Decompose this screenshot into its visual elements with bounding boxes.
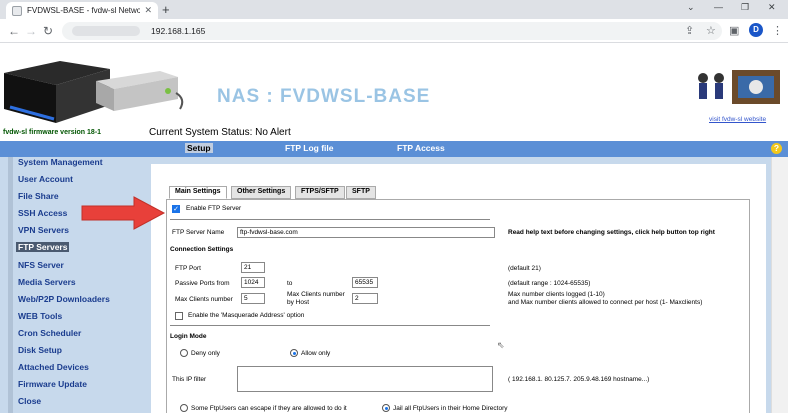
deny-only-radio[interactable] xyxy=(180,349,188,357)
escape-radio[interactable] xyxy=(180,404,188,412)
server-name-label: FTP Server Name xyxy=(172,229,225,236)
masquerade-checkbox[interactable] xyxy=(175,312,183,320)
subtab-sftp[interactable]: SFTP xyxy=(346,186,376,199)
nas-title: NAS : FVDWSL-BASE xyxy=(217,86,431,107)
subtab-main-settings[interactable]: Main Settings xyxy=(169,186,227,199)
status-row: fvdw-sl firmware version 18-1 Current Sy… xyxy=(0,127,788,141)
sidebar-item-user-account[interactable]: User Account xyxy=(18,174,73,184)
sidebar-item-ssh-access[interactable]: SSH Access xyxy=(18,208,67,218)
sidebar-item-close[interactable]: Close xyxy=(18,396,41,406)
address-url: 192.168.1.165 xyxy=(151,26,206,36)
allow-only-radio[interactable] xyxy=(290,349,298,357)
sidebar-item-file-share[interactable]: File Share xyxy=(18,191,59,201)
sidebar-item-cron-scheduler[interactable]: Cron Scheduler xyxy=(18,328,81,338)
masquerade-label: Enable the 'Masquerade Address' option xyxy=(188,312,305,319)
subtab-other-settings[interactable]: Other Settings xyxy=(231,186,292,199)
sidebar-item-media-servers[interactable]: Media Servers xyxy=(18,277,76,287)
escape-label: Some FtpUsers can escape if they are all… xyxy=(191,405,347,412)
browser-tab[interactable]: FVDWSL-BASE - fvdw-sl Network ✕ xyxy=(6,2,158,19)
passive-from-input[interactable]: 1024 xyxy=(241,277,265,288)
sidebar-scrollbar[interactable] xyxy=(8,157,13,413)
deny-only-label: Deny only xyxy=(191,350,220,357)
max-clients-label: Max Clients number xyxy=(175,296,233,303)
enable-ftp-label: Enable FTP Server xyxy=(186,205,242,212)
ftp-port-hint: (default 21) xyxy=(508,265,541,272)
passive-ports-label: Passive Ports from xyxy=(175,280,230,287)
visit-website-link[interactable]: visit fvdw-sl website xyxy=(709,116,766,123)
profile-avatar[interactable]: D xyxy=(749,23,763,37)
share-icon[interactable]: ⇪ xyxy=(685,24,694,37)
divider xyxy=(170,219,490,220)
firmware-version: fvdw-sl firmware version 18-1 xyxy=(3,129,102,136)
mascot-logo xyxy=(698,70,780,104)
sidebar-item-web-p2p-downloaders[interactable]: Web/P2P Downloaders xyxy=(18,294,110,304)
sidebar-item-disk-setup[interactable]: Disk Setup xyxy=(18,345,62,355)
subtab-ftps-sftp[interactable]: FTPS/SFTP xyxy=(295,186,345,199)
browser-tab-strip: FVDWSL-BASE - fvdw-sl Network ✕ + ⌄ — ❐ … xyxy=(0,0,788,19)
back-icon[interactable]: ← xyxy=(8,24,20,38)
tab-setup[interactable]: Setup xyxy=(185,143,213,153)
sidebar-item-nfs-server[interactable]: NFS Server xyxy=(18,260,64,270)
ftp-port-label: FTP Port xyxy=(175,265,201,272)
max-per-host-label-line2: by Host xyxy=(287,299,310,306)
max-per-host-label-line1: Max Clients number xyxy=(287,291,345,298)
close-icon[interactable]: ✕ xyxy=(144,5,152,16)
favicon-icon xyxy=(12,5,22,16)
browser-tab-title: FVDWSL-BASE - fvdw-sl Network xyxy=(27,6,141,15)
sidebar-item-attached-devices[interactable]: Attached Devices xyxy=(18,362,89,372)
max-per-host-input[interactable]: 2 xyxy=(352,293,378,304)
connection-settings-heading: Connection Settings xyxy=(170,246,234,253)
help-text-note: Read help text before changing settings,… xyxy=(508,229,715,236)
ip-filter-label: This IP filter xyxy=(172,376,207,383)
menu-kebab-icon[interactable]: ⋮ xyxy=(772,24,783,37)
window-close-icon[interactable]: ✕ xyxy=(768,2,776,13)
enable-ftp-checkbox[interactable]: ✓ xyxy=(172,205,180,213)
ftp-port-input[interactable]: 21 xyxy=(241,262,265,273)
mouse-cursor-icon: ⇖ xyxy=(497,340,505,350)
login-mode-heading: Login Mode xyxy=(170,333,207,340)
system-status: Current System Status: No Alert xyxy=(149,127,291,138)
sidebar-item-system-management[interactable]: System Management xyxy=(18,157,103,167)
passive-ports-hint: (default range : 1024-65535) xyxy=(508,280,591,287)
new-tab-icon[interactable]: + xyxy=(162,2,170,17)
divider xyxy=(170,325,490,326)
passive-to-label: to xyxy=(287,280,293,287)
sidebar-item-vpn-servers[interactable]: VPN Servers xyxy=(18,225,69,235)
sidebar-item-web-tools[interactable]: WEB Tools xyxy=(18,311,62,321)
allow-only-label: Allow only xyxy=(301,350,331,357)
sidebar-item-firmware-update[interactable]: Firmware Update xyxy=(18,379,87,389)
ip-filter-textarea[interactable] xyxy=(237,366,493,392)
passive-to-input[interactable]: 65535 xyxy=(352,277,378,288)
restore-icon[interactable]: ❐ xyxy=(741,2,749,13)
sidebar-panel-icon[interactable]: ▣ xyxy=(729,24,739,37)
max-clients-hint-line1: Max number clients logged (1-10) xyxy=(508,291,605,298)
max-clients-input[interactable]: 5 xyxy=(241,293,265,304)
forward-icon[interactable]: → xyxy=(25,24,37,38)
jail-label: Jail all FtpUsers in their Home Director… xyxy=(393,405,508,412)
top-nav-bar: Setup FTP Log file FTP Access ? xyxy=(0,141,788,157)
jail-radio[interactable] xyxy=(382,404,390,412)
browser-toolbar: ← → ↻ 192.168.1.165 ⇪ ☆ ▣ D ⋮ xyxy=(0,19,788,43)
minimize-icon[interactable]: — xyxy=(714,2,723,12)
nas-header: NAS : FVDWSL-BASE visit fvdw-sl website xyxy=(0,43,788,127)
max-clients-hint-line2: and Max number clients allowed to connec… xyxy=(508,299,703,306)
red-arrow-icon xyxy=(81,196,166,230)
server-name-input[interactable]: ftp-fvdwsl-base.com xyxy=(237,227,495,238)
address-bar[interactable]: 192.168.1.165 xyxy=(62,22,722,40)
tab-ftp-access[interactable]: FTP Access xyxy=(397,143,445,153)
blurred-url-segment xyxy=(72,26,140,36)
page-scrollbar[interactable] xyxy=(771,157,788,413)
tab-ftp-log-file[interactable]: FTP Log file xyxy=(285,143,333,153)
bookmark-star-icon[interactable]: ☆ xyxy=(706,24,716,37)
sidebar-item-ftp-servers[interactable]: FTP Servers xyxy=(16,242,70,252)
ip-filter-hint: ( 192.168.1. 80.125.7. 205.9.48.169 host… xyxy=(508,376,650,383)
chevron-down-icon[interactable]: ⌄ xyxy=(687,2,695,13)
nas-devices-logo xyxy=(4,61,184,123)
reload-icon[interactable]: ↻ xyxy=(43,24,53,38)
help-icon[interactable]: ? xyxy=(771,143,782,154)
